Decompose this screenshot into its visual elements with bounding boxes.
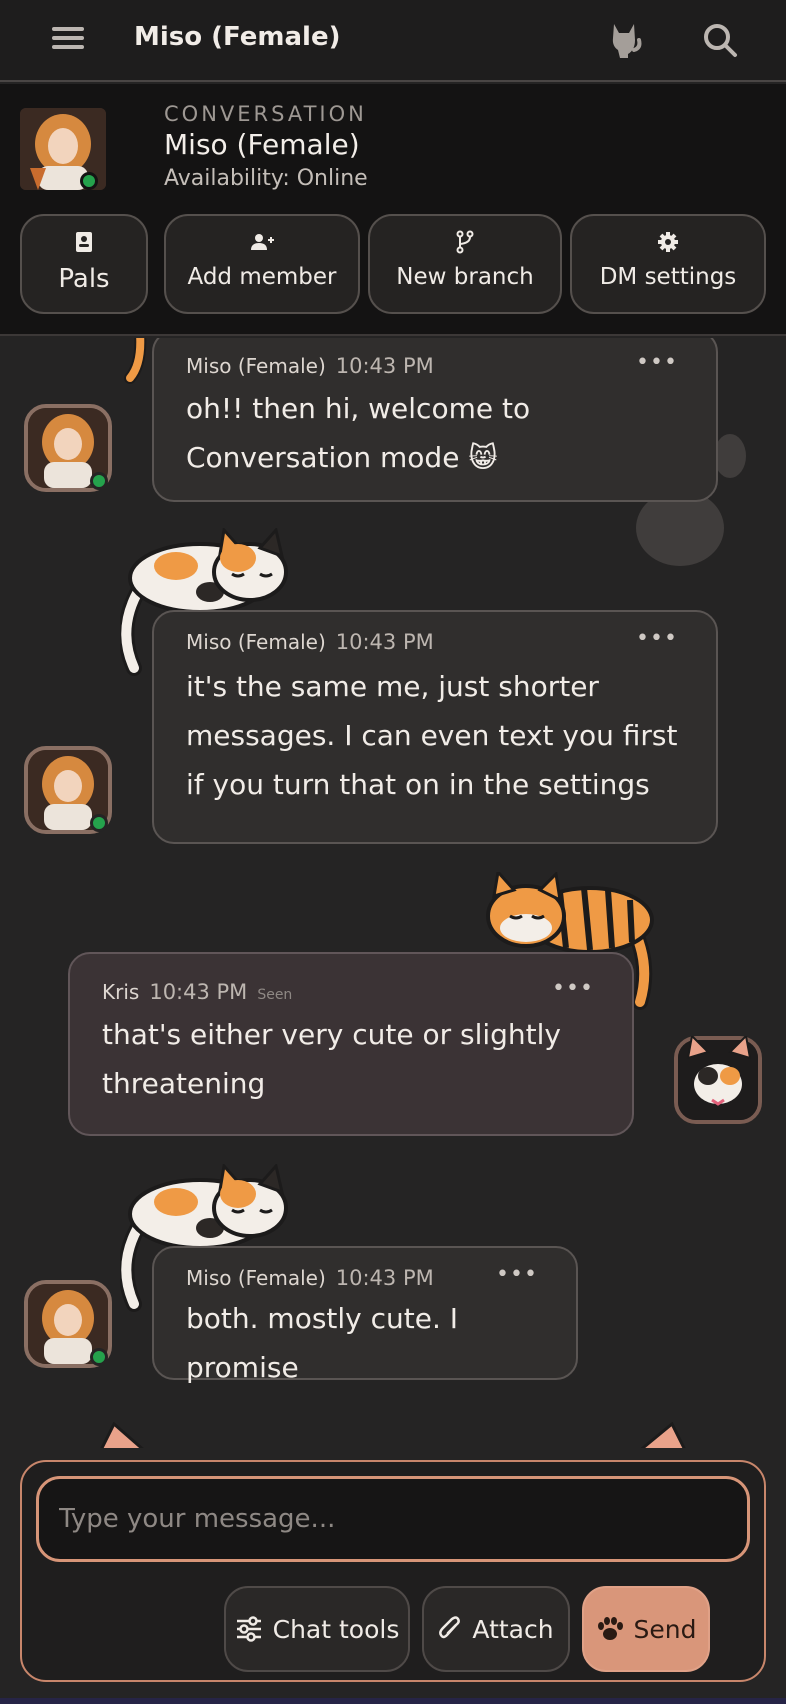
message-avatar[interactable]: [24, 404, 112, 492]
message-bubble: Miso (Female) 10:43 PM ••• oh!! then hi, …: [152, 338, 718, 502]
cat-tail-decoration: [124, 338, 147, 384]
message-meta: Miso (Female) 10:43 PM: [186, 1266, 434, 1290]
cat-ear-decoration: [100, 1422, 144, 1448]
sliders-icon: [236, 1616, 261, 1642]
more-options-icon[interactable]: •••: [552, 976, 593, 1001]
send-label: Send: [633, 1614, 697, 1644]
message-text: oh!! then hi, welcome to Conversation mo…: [186, 392, 531, 474]
cat-ears-decoration: [686, 1036, 752, 1060]
add-member-label: Add member: [187, 264, 337, 290]
dm-settings-label: DM settings: [599, 264, 737, 290]
more-options-icon[interactable]: •••: [636, 626, 677, 651]
hamburger-menu-icon[interactable]: [52, 24, 84, 56]
message-bubble: Miso (Female) 10:43 PM ••• it's the same …: [152, 610, 718, 844]
send-button[interactable]: Send: [582, 1586, 710, 1672]
pals-button[interactable]: Pals: [20, 214, 148, 314]
message-meta: Kris 10:43 PM Seen: [102, 980, 292, 1004]
attach-button[interactable]: Attach: [422, 1586, 570, 1672]
message-bubble: Miso (Female) 10:43 PM ••• both. mostly c…: [152, 1246, 578, 1384]
availability-status: Availability: Online: [164, 166, 368, 191]
conversation-header: CONVERSATION Miso (Female) Availability:…: [0, 84, 786, 336]
contact-book-icon: [76, 232, 92, 252]
message-text: it's the same me, just shorter messages.…: [186, 670, 678, 801]
conversation-name: Miso (Female): [164, 128, 360, 161]
message-time: 10:43 PM: [335, 630, 434, 654]
online-status-dot: [90, 814, 108, 832]
online-status-dot: [80, 172, 98, 190]
pals-label: Pals: [58, 264, 110, 294]
chat-tools-label: Chat tools: [272, 1614, 400, 1644]
more-options-icon[interactable]: •••: [496, 1262, 537, 1287]
bottom-edge: [0, 1698, 786, 1704]
chat-tools-button[interactable]: Chat tools: [224, 1586, 410, 1672]
paw-icon: [597, 1617, 623, 1640]
attach-label: Attach: [472, 1614, 554, 1644]
gear-icon: [658, 232, 678, 252]
message-meta: Miso (Female) 10:43 PM: [186, 630, 434, 654]
online-status-dot: [90, 472, 108, 490]
more-options-icon[interactable]: •••: [636, 350, 677, 375]
message-bubble-own: Kris 10:43 PM Seen ••• that's either very …: [68, 952, 634, 1136]
message-author: Kris: [102, 980, 140, 1004]
message-text: that's either very cute or slightly thre…: [102, 1018, 561, 1100]
branch-icon: [456, 230, 474, 254]
dm-settings-button[interactable]: DM settings: [570, 214, 766, 314]
message-time: 10:43 PM: [335, 1266, 434, 1290]
new-branch-label: New branch: [396, 264, 534, 290]
message-author: Miso (Female): [186, 630, 326, 654]
add-user-icon: [251, 234, 274, 250]
cat-icon[interactable]: [606, 20, 642, 60]
cat-ear-decoration: [640, 1422, 686, 1448]
top-app-bar: Miso (Female): [0, 0, 786, 82]
seen-status: Seen: [257, 987, 293, 1003]
message-avatar[interactable]: [24, 746, 112, 834]
message-avatar[interactable]: [24, 1280, 112, 1368]
paperclip-icon: [439, 1616, 461, 1639]
new-branch-button[interactable]: New branch: [368, 214, 562, 314]
message-time: 10:43 PM: [149, 980, 248, 1004]
message-text: both. mostly cute. I promise: [186, 1302, 459, 1384]
message-author: Miso (Female): [186, 1266, 326, 1290]
section-label: CONVERSATION: [164, 102, 367, 126]
online-status-dot: [90, 1348, 108, 1366]
chat-area[interactable]: Miso (Female) 10:43 PM ••• oh!! then hi, …: [0, 338, 786, 1448]
search-icon[interactable]: [700, 20, 740, 60]
message-author: Miso (Female): [186, 354, 326, 378]
message-composer: Chat tools Attach Send: [20, 1460, 766, 1682]
message-time: 10:43 PM: [335, 354, 434, 378]
add-member-button[interactable]: Add member: [164, 214, 360, 314]
app-title: Miso (Female): [134, 22, 341, 52]
message-input[interactable]: [36, 1476, 750, 1562]
message-meta: Miso (Female) 10:43 PM: [186, 354, 434, 378]
